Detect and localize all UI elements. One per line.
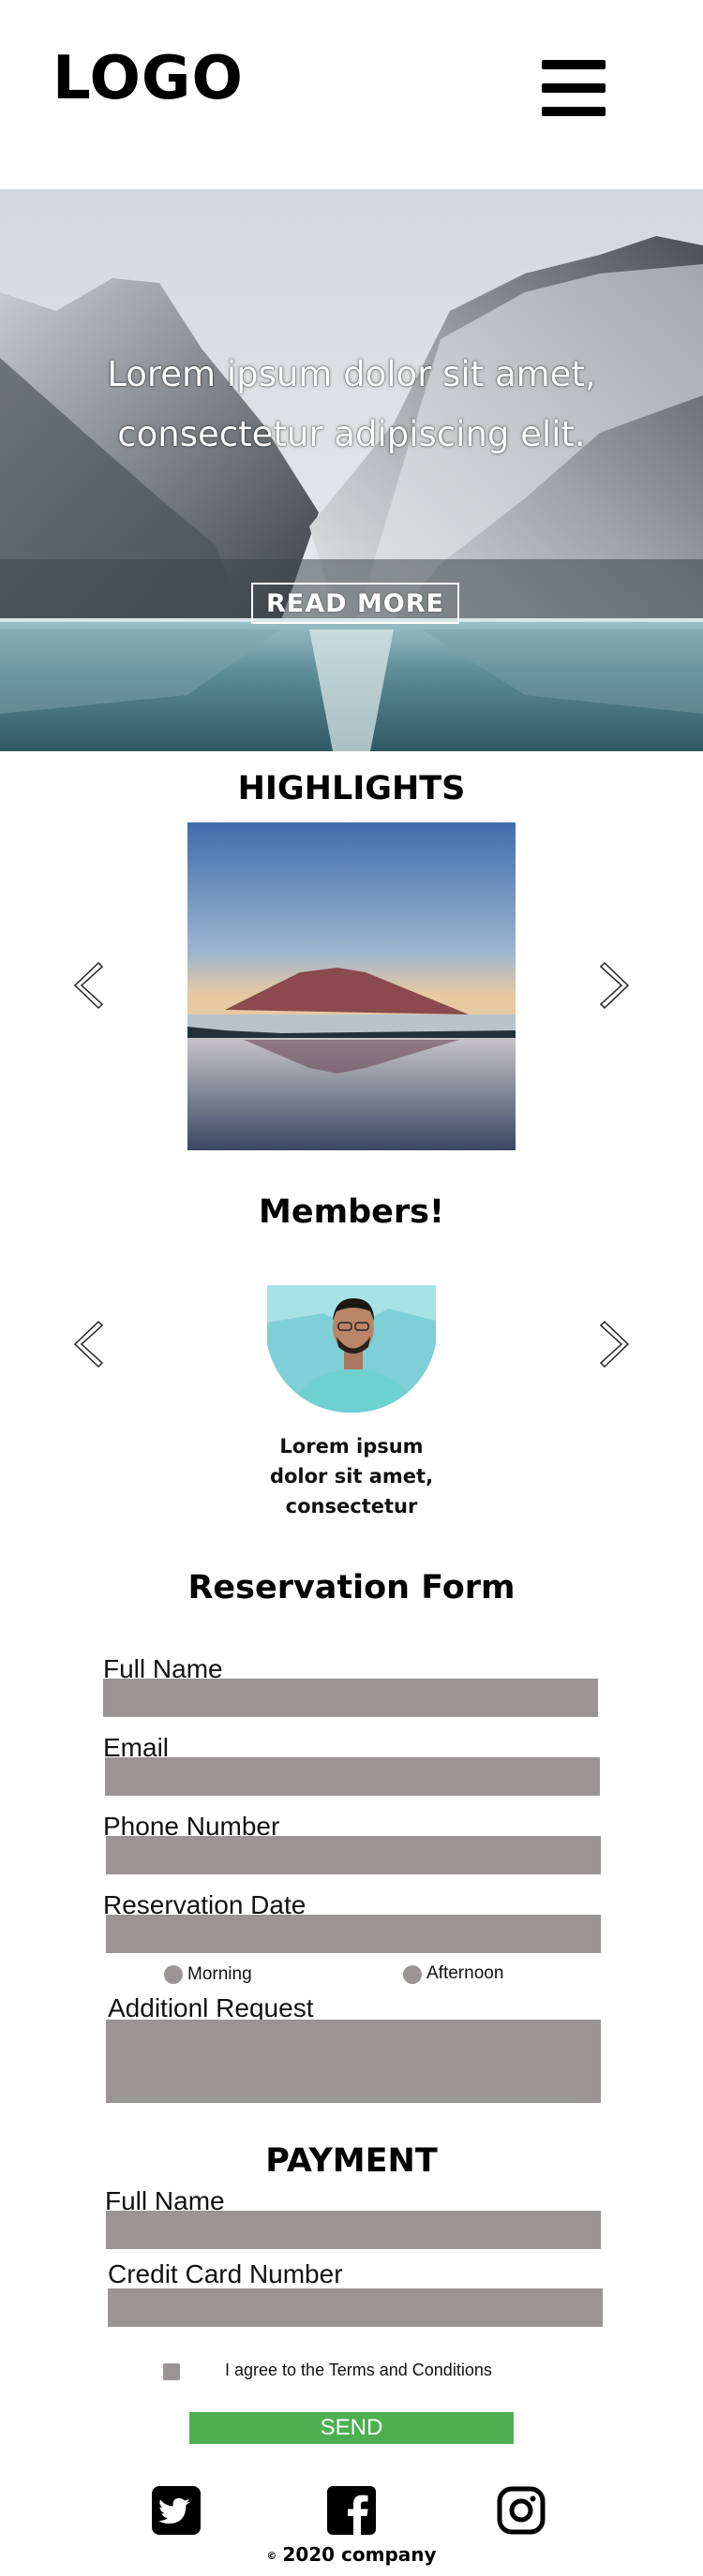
facebook-icon[interactable] — [327, 2486, 376, 2535]
morning-label: Morning — [187, 1964, 252, 1984]
full-name-field[interactable] — [103, 1679, 598, 1717]
hero-headline: Lorem ipsum dolor sit amet, consectetur … — [0, 345, 703, 465]
mount-fuji-image — [187, 822, 516, 1150]
chevron-right-icon[interactable] — [598, 957, 636, 1014]
copyright-label: 2020 company — [282, 2543, 437, 2566]
afternoon-radio[interactable] — [403, 1965, 422, 1984]
member-avatar — [267, 1285, 436, 1413]
hero-headline-line-2: consectetur adipiscing elit. — [117, 414, 586, 454]
logo[interactable]: LOGO — [52, 49, 244, 109]
afternoon-label: Afternoon — [426, 1963, 504, 1983]
highlights-title: HIGHLIGHTS — [237, 770, 466, 807]
additional-request-label: Additionl Request — [108, 1993, 314, 2022]
member-bio-line-2: dolor sit amet, — [269, 1465, 434, 1488]
hero-headline-line-1: Lorem ipsum dolor sit amet, — [107, 354, 596, 394]
reservation-form-title: Reservation Form — [187, 1569, 516, 1606]
additional-request-field[interactable] — [106, 2020, 601, 2103]
member-bio: Lorem ipsum dolor sit amet, consectetur — [234, 1431, 469, 1521]
copyright-text: © 2020 company — [0, 2543, 703, 2566]
twitter-icon[interactable] — [152, 2486, 201, 2535]
terms-checkbox[interactable] — [163, 2363, 180, 2380]
chevron-left-icon[interactable] — [67, 1316, 105, 1372]
reservation-date-field[interactable] — [106, 1915, 601, 1953]
copyright-symbol: © — [266, 2550, 277, 2562]
terms-label: I agree to the Terms and Conditions — [225, 2361, 492, 2379]
instagram-icon[interactable] — [497, 2486, 546, 2535]
chevron-left-icon[interactable] — [67, 957, 105, 1014]
phone-number-field[interactable] — [106, 1836, 601, 1874]
highlight-image — [187, 822, 516, 1150]
member-bio-line-3: consectetur — [285, 1495, 418, 1517]
payment-title: PAYMENT — [265, 2142, 438, 2180]
member-photo — [267, 1285, 436, 1413]
send-button[interactable]: SEND — [189, 2412, 514, 2444]
credit-card-number-field[interactable] — [108, 2288, 603, 2327]
member-bio-line-1: Lorem ipsum — [279, 1435, 424, 1458]
mountain-lake-image — [0, 189, 703, 751]
members-title: Members! — [259, 1193, 444, 1231]
hamburger-menu-icon[interactable] — [542, 60, 606, 118]
email-field[interactable] — [105, 1757, 600, 1796]
payment-full-name-field[interactable] — [106, 2211, 601, 2249]
morning-radio[interactable] — [164, 1965, 183, 1984]
read-more-button[interactable]: READ MORE — [251, 583, 459, 624]
hero-banner — [0, 189, 703, 751]
chevron-right-icon[interactable] — [598, 1316, 636, 1372]
credit-card-number-label: Credit Card Number — [108, 2259, 343, 2288]
